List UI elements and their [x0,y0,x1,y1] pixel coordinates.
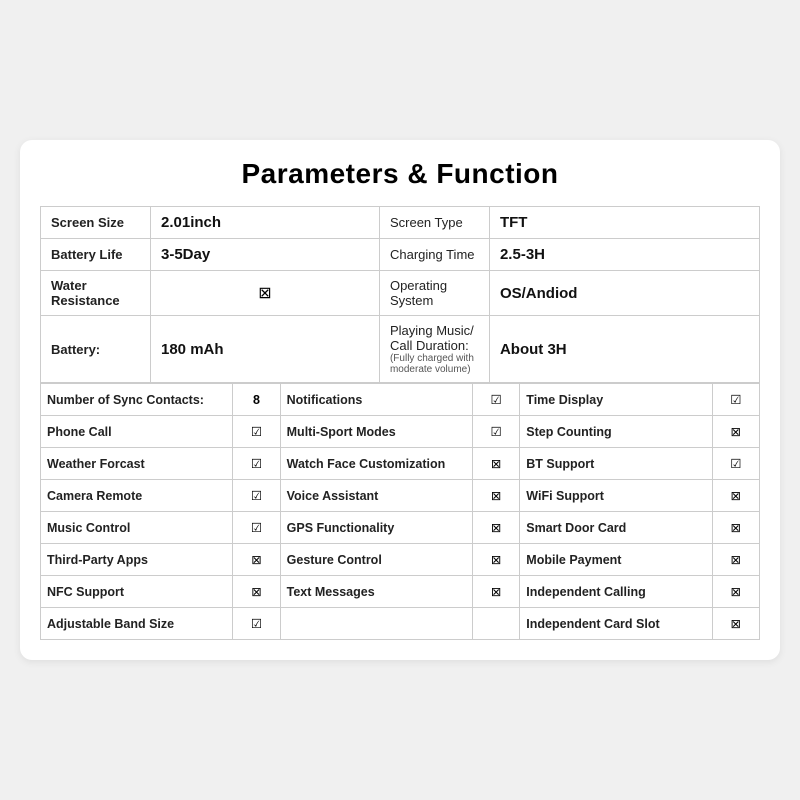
spec-label-2-right: Operating System [379,271,489,316]
feat-check-3-2: ⊠ [712,480,759,512]
feat-label-3-2: WiFi Support [520,480,712,512]
feat-label-6-1: Text Messages [280,576,472,608]
feat-check-2-2: ☑ [712,448,759,480]
spec-label-0-right: Screen Type [379,207,489,239]
feat-label-3-1: Voice Assistant [280,480,472,512]
spec-value-3-right: About 3H [489,316,759,383]
feat-check-1-0: ☑ [233,416,280,448]
feat-check-4-0: ☑ [233,512,280,544]
feat-label-2-0: Weather Forcast [41,448,233,480]
feat-check-4-1: ⊠ [472,512,519,544]
spec-value-1-right: 2.5-3H [489,239,759,271]
spec-label-2-left: Water Resistance [41,271,151,316]
spec-value-2-left: ⊠ [151,271,380,316]
feat-label-7-0: Adjustable Band Size [41,608,233,640]
feat-check-3-1: ⊠ [472,480,519,512]
feat-label-7-2: Independent Card Slot [520,608,712,640]
spec-label-1-left: Battery Life [41,239,151,271]
feat-label-6-2: Independent Calling [520,576,712,608]
feat-check-3-0: ☑ [233,480,280,512]
features-table: Number of Sync Contacts:8Notifications☑T… [40,383,760,640]
feat-label-2-2: BT Support [520,448,712,480]
feat-check-4-2: ⊠ [712,512,759,544]
feat-label-4-0: Music Control [41,512,233,544]
spec-label-3-left: Battery: [41,316,151,383]
feat-label-0-0: Number of Sync Contacts: [41,384,233,416]
feat-check-0-1: ☑ [472,384,519,416]
feat-label-6-0: NFC Support [41,576,233,608]
spec-label-0-left: Screen Size [41,207,151,239]
feat-label-4-2: Smart Door Card [520,512,712,544]
feat-check-6-2: ⊠ [712,576,759,608]
feat-label-3-0: Camera Remote [41,480,233,512]
feat-check-5-0: ⊠ [233,544,280,576]
spec-value-3-left: 180 mAh [151,316,380,383]
feat-check-5-1: ⊠ [472,544,519,576]
feat-check-6-0: ⊠ [233,576,280,608]
feat-check-7-1 [472,608,519,640]
spec-value-0-left: 2.01inch [151,207,380,239]
feat-check-7-0: ☑ [233,608,280,640]
feat-check-2-1: ⊠ [472,448,519,480]
feat-check-1-2: ⊠ [712,416,759,448]
feat-check-6-1: ⊠ [472,576,519,608]
feat-label-4-1: GPS Functionality [280,512,472,544]
page-title: Parameters & Function [40,158,760,190]
card: Parameters & Function Screen Size2.01inc… [20,140,780,660]
feat-check-0-2: ☑ [712,384,759,416]
feat-label-2-1: Watch Face Customization [280,448,472,480]
feat-label-0-1: Notifications [280,384,472,416]
feat-label-1-1: Multi-Sport Modes [280,416,472,448]
feat-label-1-0: Phone Call [41,416,233,448]
feat-check-2-0: ☑ [233,448,280,480]
feat-check-0-0: 8 [233,384,280,416]
spec-label-3-right: Playing Music/ Call Duration:(Fully char… [379,316,489,383]
feat-check-7-2: ⊠ [712,608,759,640]
spec-label-1-right: Charging Time [379,239,489,271]
feat-label-1-2: Step Counting [520,416,712,448]
feat-label-5-0: Third-Party Apps [41,544,233,576]
spec-value-0-right: TFT [489,207,759,239]
feat-label-5-1: Gesture Control [280,544,472,576]
specs-table: Screen Size2.01inchScreen TypeTFT Battery… [40,206,760,383]
feat-label-5-2: Mobile Payment [520,544,712,576]
feat-label-0-2: Time Display [520,384,712,416]
spec-value-2-right: OS/Andiod [489,271,759,316]
feat-check-1-1: ☑ [472,416,519,448]
spec-value-1-left: 3-5Day [151,239,380,271]
feat-label-7-1 [280,608,472,640]
feat-check-5-2: ⊠ [712,544,759,576]
